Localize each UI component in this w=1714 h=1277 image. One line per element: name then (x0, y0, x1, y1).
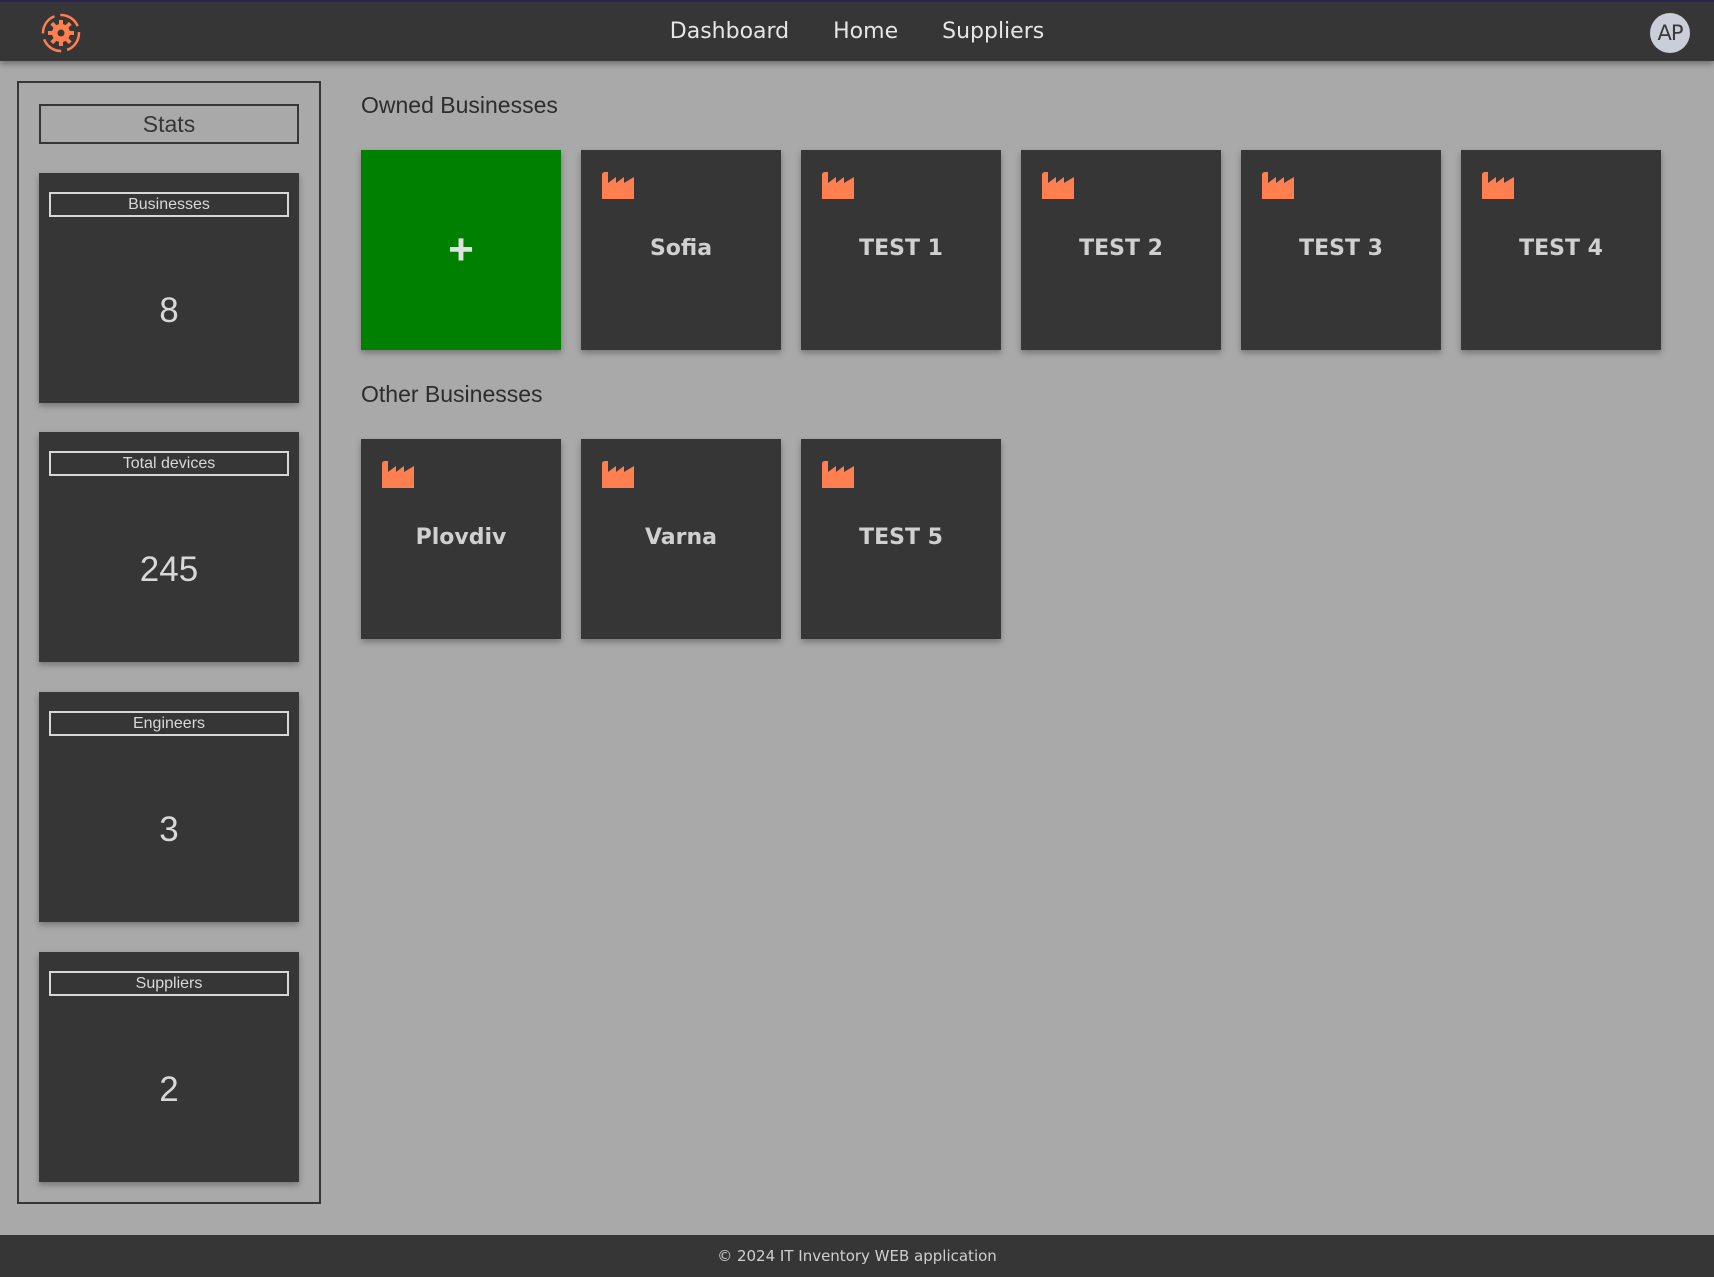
stat-card-businesses: Businesses 8 (39, 173, 299, 403)
business-name: TEST 2 (1079, 236, 1163, 261)
stat-card-suppliers: Suppliers 2 (39, 952, 299, 1182)
business-tile-varna[interactable]: Varna (581, 439, 781, 639)
business-tile-test-3[interactable]: TEST 3 (1241, 150, 1441, 350)
business-name: TEST 3 (1299, 236, 1383, 261)
business-name: TEST 1 (859, 236, 943, 261)
business-name: Varna (644, 525, 718, 550)
business-name: TEST 4 (1519, 236, 1603, 261)
stat-value: 3 (159, 810, 179, 849)
business-tile-sofia[interactable]: Sofia (581, 150, 781, 350)
business-tile-plovdiv[interactable]: Plovdiv (361, 439, 561, 639)
footer: © 2024 IT Inventory WEB application (0, 1235, 1714, 1277)
nav-suppliers-link[interactable]: Suppliers (920, 19, 1066, 44)
stat-card-total-devices: Total devices 245 (39, 432, 299, 662)
business-tile-test-4[interactable]: TEST 4 (1461, 150, 1661, 350)
factory-icon (382, 461, 414, 488)
stats-title: Stats (39, 104, 299, 144)
plus-icon: + (448, 225, 474, 274)
factory-icon (822, 172, 854, 199)
business-tile-test-1[interactable]: TEST 1 (801, 150, 1001, 350)
nav-home-link[interactable]: Home (811, 19, 920, 44)
stat-value: 8 (159, 291, 179, 330)
top-navbar: Dashboard Home Suppliers AP (0, 0, 1714, 61)
stat-card-engineers: Engineers 3 (39, 692, 299, 922)
business-name: Plovdiv (415, 525, 507, 550)
factory-icon (1482, 172, 1514, 199)
nav-dashboard-link[interactable]: Dashboard (648, 19, 811, 44)
factory-icon (602, 461, 634, 488)
other-businesses-title: Other Businesses (361, 381, 543, 407)
footer-copyright: © 2024 IT Inventory WEB application (717, 1247, 997, 1265)
main-nav: Dashboard Home Suppliers (0, 2, 1714, 61)
business-name: Sofia (649, 236, 713, 261)
stat-value: 245 (139, 550, 199, 589)
stat-label: Businesses (49, 192, 289, 217)
owned-businesses-title: Owned Businesses (361, 92, 558, 118)
factory-icon (1042, 172, 1074, 199)
stat-value: 2 (159, 1070, 179, 1109)
stat-label: Engineers (49, 711, 289, 736)
factory-icon (822, 461, 854, 488)
business-name: TEST 5 (859, 525, 943, 550)
business-tile-test-2[interactable]: TEST 2 (1021, 150, 1221, 350)
stat-label: Total devices (49, 451, 289, 476)
factory-icon (602, 172, 634, 199)
stat-label: Suppliers (49, 971, 289, 996)
factory-icon (1262, 172, 1294, 199)
stats-panel: Stats Businesses 8 Total devices 245 Eng… (17, 81, 321, 1204)
user-avatar[interactable]: AP (1650, 13, 1690, 53)
add-business-button[interactable]: + (361, 150, 561, 350)
business-tile-test-5[interactable]: TEST 5 (801, 439, 1001, 639)
